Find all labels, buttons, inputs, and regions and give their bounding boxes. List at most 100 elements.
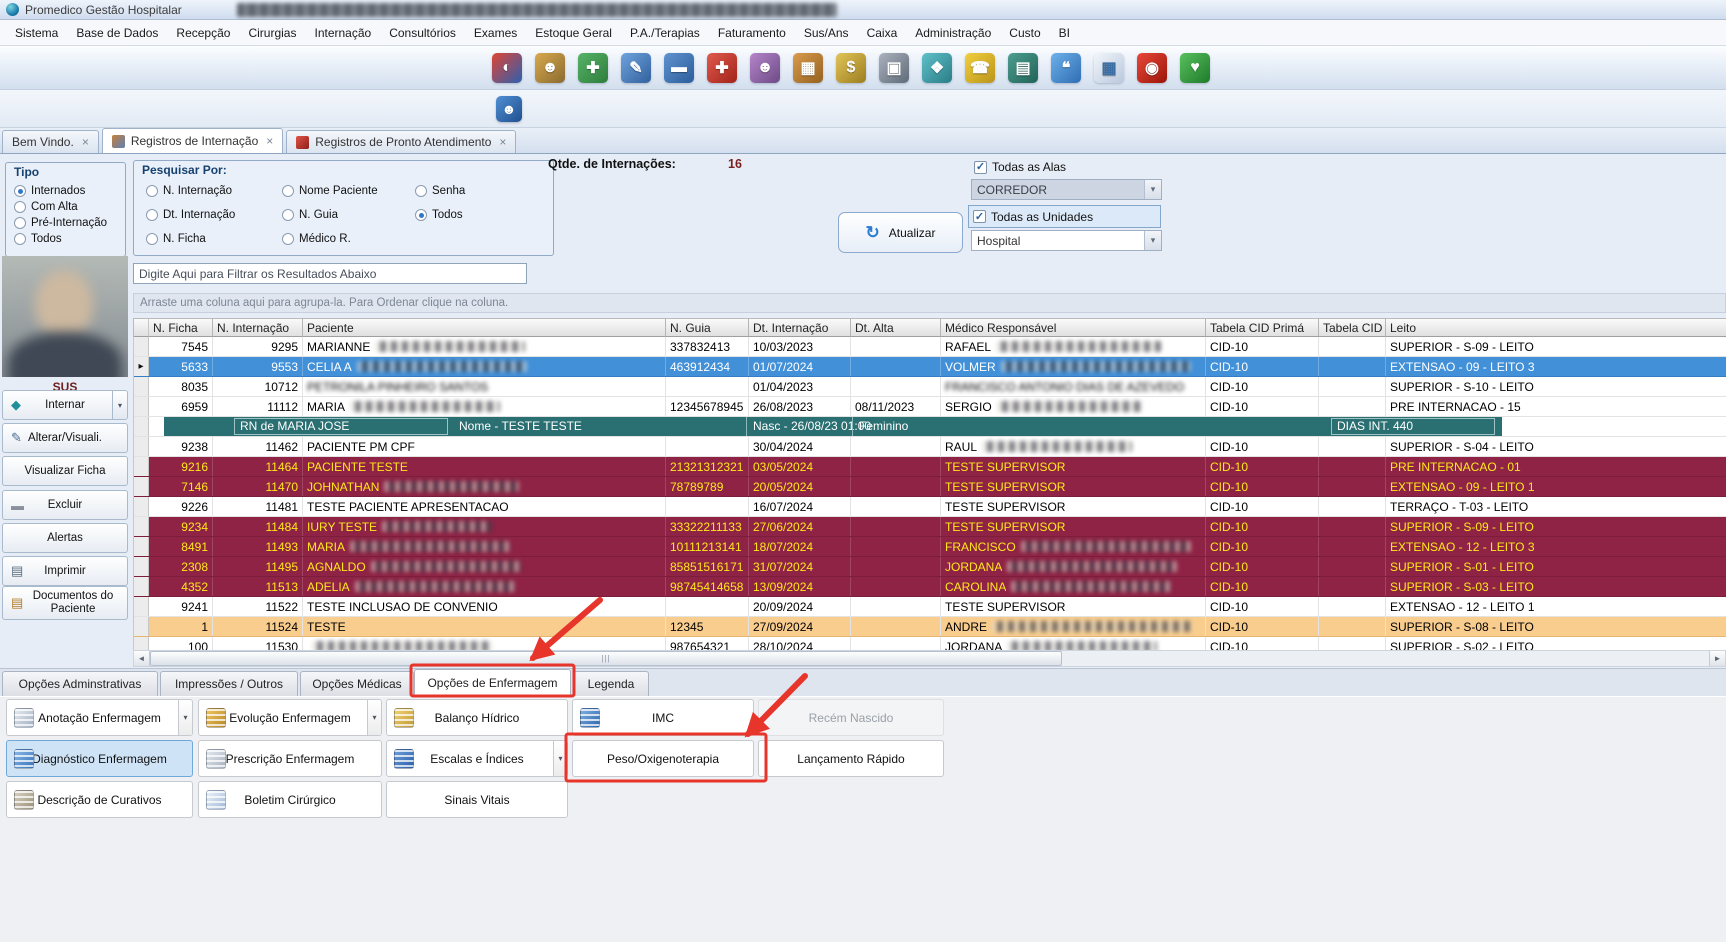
radio-dt-internacao[interactable]: Dt. Internação (146, 209, 235, 221)
scroll-left-button[interactable]: ◄ (134, 651, 150, 666)
tab-legenda[interactable]: Legenda (573, 671, 649, 696)
menu-bi[interactable]: BI (1050, 22, 1079, 44)
horizontal-scrollbar[interactable]: ◄ ||| ► (133, 650, 1726, 667)
table-row[interactable]: 6959 11112 MARIA 12345678945 26/08/2023 08/11… (134, 397, 1726, 417)
menu-administracao[interactable]: Administração (906, 22, 1000, 44)
evolucao-enfermagem-button[interactable]: Evolução Enfermagem (198, 699, 382, 736)
spreadsheet-icon[interactable]: ▦ (1094, 52, 1124, 83)
tab-opcoes-medicas[interactable]: Opções Médicas (300, 671, 414, 696)
diagnostico-enfermagem-button[interactable]: Diagnóstico Enfermagem (6, 740, 193, 777)
scrollbar-thumb[interactable]: ||| (150, 651, 1062, 666)
menu-p-a-terapias[interactable]: P.A./Terapias (621, 22, 709, 44)
tab-opcoes-adminstrativas[interactable]: Opções Adminstrativas (2, 671, 158, 696)
balanco-hidrico-button[interactable]: Balanço Hídrico (386, 699, 568, 736)
radio-internados[interactable]: Internados (14, 185, 107, 197)
menu-recepcao[interactable]: Recepção (167, 22, 239, 44)
column-header-n-guia[interactable]: N. Guia (666, 318, 749, 337)
column-header-n-ficha[interactable]: N. Ficha (149, 318, 213, 337)
excluir-button[interactable]: ▬ Excluir (2, 490, 128, 520)
table-row[interactable]: 8491 11493 MARIA 10111213141 18/07/2024 FRANC… (134, 537, 1726, 557)
ala-select[interactable]: CORREDOR (971, 179, 1162, 200)
prescricao-enfermagem-button[interactable]: Prescrição Enfermagem (198, 740, 382, 777)
close-tab-icon[interactable]: × (82, 135, 89, 149)
power-icon[interactable]: ◉ (1137, 52, 1167, 83)
dropdown-arrow-icon[interactable] (367, 700, 381, 735)
library-icon[interactable]: ▤ (1008, 52, 1038, 83)
imprimir-button[interactable]: ▤ Imprimir (2, 556, 128, 586)
ambulance-icon[interactable]: ✚ (707, 52, 737, 83)
todas-as-alas-checkbox[interactable]: Todas as Alas (974, 160, 1066, 174)
close-tab-icon[interactable]: × (499, 135, 506, 149)
radio-n-internacao[interactable]: N. Internação (146, 185, 232, 197)
menu-faturamento[interactable]: Faturamento (709, 22, 795, 44)
phone-icon[interactable]: ☎ (965, 52, 995, 83)
scroll-right-button[interactable]: ► (1709, 651, 1725, 666)
table-row[interactable]: 8035 10712 PETRONILA PINHEIRO SANTOS 01/04/… (134, 377, 1726, 397)
escalas-e-indices-button[interactable]: Escalas e Índices (386, 740, 568, 777)
menu-estoque-geral[interactable]: Estoque Geral (526, 22, 621, 44)
filter-input[interactable] (133, 263, 527, 284)
radio-nome-paciente[interactable]: Nome Paciente (282, 185, 378, 197)
vitals-monitor-icon[interactable]: ♥ (1180, 52, 1210, 83)
menu-exames[interactable]: Exames (465, 22, 526, 44)
unidade-select[interactable]: Hospital (971, 230, 1162, 251)
radio-todos[interactable]: Todos (415, 209, 463, 221)
radio-n-guia[interactable]: N. Guia (282, 209, 338, 221)
menu-custo[interactable]: Custo (1000, 22, 1049, 44)
radio-pre-internacao[interactable]: Pré-Internação (14, 217, 107, 229)
table-row[interactable]: 5633 9553 CELIA A 463912434 01/07/2024 VOLMER… (134, 357, 1726, 377)
radio-medico-r[interactable]: Médico R. (282, 233, 351, 245)
menu-sus-ans[interactable]: Sus/Ans (795, 22, 858, 44)
internar-button[interactable]: ◆ Internar (2, 390, 128, 420)
tab-registros-de-pronto-atendimento[interactable]: Registros de Pronto Atendimento × (286, 130, 517, 153)
refresh-button[interactable]: ↻ Atualizar (838, 212, 963, 253)
radio-todos[interactable]: Todos (14, 233, 107, 245)
menu-base-de-dados[interactable]: Base de Dados (67, 22, 167, 44)
documentos-do-paciente-button[interactable]: ▤ Documentos do Paciente (2, 586, 128, 620)
menu-cirurgias[interactable]: Cirurgias (239, 22, 305, 44)
sinais-vitais-button[interactable]: Sinais Vitais (386, 781, 568, 818)
column-header-leito[interactable]: Leito (1386, 318, 1726, 337)
column-header-tabela-cid-s[interactable]: Tabela CID S (1319, 318, 1386, 337)
menu-consultorios[interactable]: Consultórios (380, 22, 465, 44)
radio-n-ficha[interactable]: N. Ficha (146, 233, 206, 245)
radio-com-alta[interactable]: Com Alta (14, 201, 107, 213)
table-row[interactable]: 2308 11495 AGNALDO 85851516171 31/07/2024 JOR… (134, 557, 1726, 577)
column-header-dt-internacao[interactable]: Dt. Internação (749, 318, 851, 337)
chat-icon[interactable]: ❝ (1051, 52, 1081, 83)
table-row[interactable]: 100 11530 987654321 28/10/2024 JORDANA CID-10… (134, 637, 1726, 650)
tab-bem-vindo[interactable]: Bem Vindo. × (2, 130, 99, 153)
table-row[interactable]: 9226 11481 TESTE PACIENTE APRESENTACAO 16/0… (134, 497, 1726, 517)
column-header-n-internacao[interactable]: N. Internação (213, 318, 303, 337)
imc-button[interactable]: IMC (572, 699, 754, 736)
column-header-dt-alta[interactable]: Dt. Alta (851, 318, 941, 337)
anotacao-enfermagem-button[interactable]: Anotação Enfermagem (6, 699, 193, 736)
patients-icon[interactable]: ☻ (535, 52, 565, 83)
logoff-icon[interactable]: ◐ (492, 52, 522, 83)
table-row[interactable]: 7146 11470 JOHNATHAN 78789789 20/05/2024 TEST… (134, 477, 1726, 497)
doctor-icon[interactable]: ✚ (578, 52, 608, 83)
menu-internacao[interactable]: Internação (305, 22, 380, 44)
tab-opcoes-de-enfermagem[interactable]: Opções de Enfermagem (414, 669, 571, 696)
menu-sistema[interactable]: Sistema (6, 22, 67, 44)
boletim-cirurgico-button[interactable]: Boletim Cirúrgico (198, 781, 382, 818)
dropdown-arrow-icon[interactable] (112, 391, 127, 419)
visualizar-ficha-button[interactable]: Visualizar Ficha (2, 456, 128, 486)
dropdown-arrow-icon[interactable] (178, 700, 192, 735)
menu-caixa[interactable]: Caixa (858, 22, 907, 44)
todas-as-unidades-checkbox[interactable]: Todas as Unidades (973, 210, 1093, 224)
close-tab-icon[interactable]: × (266, 134, 273, 148)
column-header-tabela-cid-prima[interactable]: Tabela CID Primá (1206, 318, 1319, 337)
table-row[interactable]: 1 11524 TESTE 12345 27/09/2024 ANDRE CID-10 SUP… (134, 617, 1726, 637)
alertas-button[interactable]: Alertas (2, 523, 128, 553)
finance-icon[interactable]: $ (836, 52, 866, 83)
descricao-de-curativos-button[interactable]: Descrição de Curativos (6, 781, 193, 818)
column-header-paciente[interactable]: Paciente (303, 318, 666, 337)
lancamento-rapido-button[interactable]: Lançamento Rápido (758, 740, 944, 777)
dropdown-arrow-icon[interactable] (553, 741, 567, 776)
table-row[interactable]: 7545 9295 MARIANNE 337832413 10/03/2023 RAFAE… (134, 337, 1726, 357)
table-row[interactable]: 9216 11464 PACIENTE TESTE 21321312321 03/05/… (134, 457, 1726, 477)
reports-icon[interactable]: ❖ (922, 52, 952, 83)
table-row[interactable]: 9234 11484 IURY TESTE 33322211133 27/06/2024… (134, 517, 1726, 537)
tab-impressoes-outros[interactable]: Impressões / Outros (160, 671, 298, 696)
